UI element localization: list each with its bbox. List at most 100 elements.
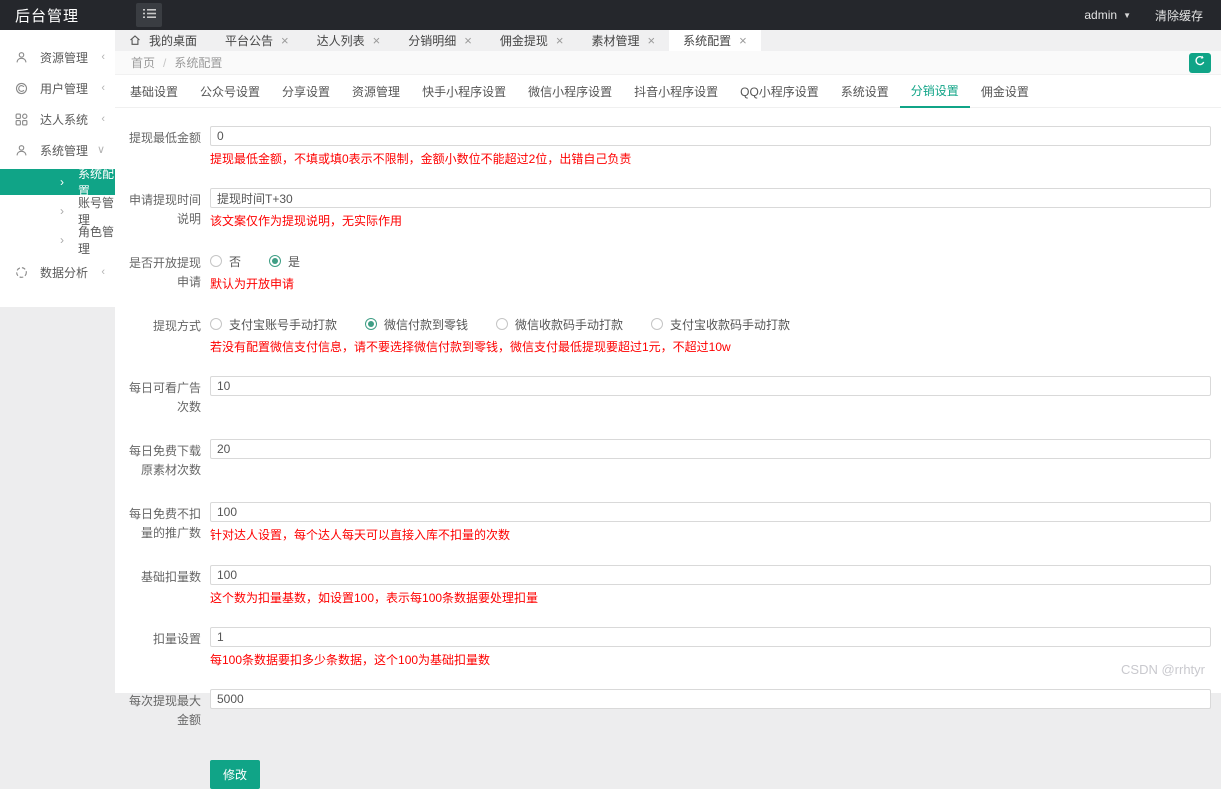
- submit-button[interactable]: 修改: [210, 760, 261, 789]
- daily-ad-views-input[interactable]: [210, 376, 1211, 397]
- submit-row-spacer: [123, 752, 201, 789]
- field-label-withdraw-time-note: 申请提现时间说明: [128, 193, 201, 227]
- settings-tab-douyin-mini[interactable]: 抖音小程序设置: [623, 75, 729, 107]
- radio-checked-icon[interactable]: [269, 255, 282, 268]
- field-control-daily-ad-views: [210, 376, 1211, 417]
- withdraw-method-radio-group: 支付宝账号手动打款 微信付款到零钱 微信收款码手动打款 支付宝收款码手动打款: [210, 314, 1211, 334]
- settings-form: 提现最低金额提现最低金额，不填或填0表示不限制，金额小数位不能超过2位，出错自己…: [115, 108, 1221, 789]
- window-tab-label: 素材管理: [591, 33, 640, 48]
- window-tab-label: 系统配置: [683, 33, 732, 48]
- withdraw-time-note-input[interactable]: [210, 188, 1211, 209]
- sidebar-item-talent[interactable]: 达人系统 ‹: [0, 107, 115, 131]
- radio-icon[interactable]: [210, 255, 222, 268]
- settings-tab-commission[interactable]: 佣金设置: [970, 75, 1040, 107]
- settings-tab-system[interactable]: 系统设置: [830, 75, 900, 107]
- field-hint-daily-free-promotions: 针对达人设置，每个达人每天可以直接入库不扣量的次数: [210, 528, 511, 543]
- sidebar-item-label: 用户管理: [40, 81, 89, 96]
- window-tab-my-desktop[interactable]: 我的桌面: [115, 30, 211, 51]
- window-tab-distribution-detail[interactable]: 分销明细 ×: [394, 30, 486, 51]
- chevron-right-icon: ›: [60, 175, 64, 189]
- submit-row-control: 修改: [210, 752, 1211, 789]
- field-label-deduction-setting: 扣量设置: [152, 632, 201, 647]
- field-control-daily-free-downloads: [210, 439, 1211, 480]
- withdraw-method-option[interactable]: 微信付款到零钱: [365, 316, 468, 333]
- window-tab-label: 平台公告: [225, 33, 274, 48]
- field-label-base-deduction-count: 基础扣量数: [140, 570, 201, 585]
- breadcrumb-home[interactable]: 首页: [131, 54, 155, 71]
- settings-tab-resources[interactable]: 资源管理: [341, 75, 411, 107]
- form-row-max-withdraw-amount: 每次提现最大金额: [123, 689, 1211, 730]
- withdraw-open-radio-group: 否是: [210, 251, 1211, 271]
- sidebar-subitem-accounts[interactable]: › 账号管理: [0, 196, 115, 227]
- withdraw-open-option[interactable]: 是: [269, 253, 300, 270]
- content-panel: 基础设置 公众号设置 分享设置 资源管理 快手小程序设置 微信小程序设置 抖音小程序设置 QQ…: [115, 75, 1221, 789]
- daily-free-downloads-input[interactable]: [210, 439, 1211, 460]
- window-tab-talent-list[interactable]: 达人列表 ×: [303, 30, 395, 51]
- window-tab-system-config[interactable]: 系统配置 ×: [669, 30, 761, 51]
- menu-toggle-button[interactable]: [136, 3, 162, 27]
- sidebar-item-label: 系统管理: [40, 143, 89, 158]
- close-tab-icon[interactable]: ×: [739, 34, 747, 47]
- field-control-withdraw-open: 否是默认为开放申请: [210, 251, 1211, 292]
- sidebar-item-analytics[interactable]: 数据分析 ‹: [0, 260, 115, 284]
- min-withdraw-amount-input[interactable]: [210, 126, 1211, 147]
- chevron-left-icon: ‹: [101, 112, 105, 125]
- field-label-daily-free-promotions: 每日免费不扣量的推广数: [128, 507, 201, 541]
- chevron-left-icon: ‹: [101, 50, 105, 63]
- user-icon: [15, 143, 29, 157]
- sidebar-item-system[interactable]: 系统管理 ∨: [0, 138, 115, 162]
- radio-option-label: 否: [229, 254, 242, 269]
- withdraw-method-option[interactable]: 支付宝收款码手动打款: [651, 316, 790, 333]
- sidebar-item-resources[interactable]: 资源管理 ‹: [0, 45, 115, 69]
- settings-tab-kuaishou-mini[interactable]: 快手小程序设置: [411, 75, 517, 107]
- field-control-base-deduction-count: 这个数为扣量基数，如设置100，表示每100条数据要处理扣量: [210, 565, 1211, 605]
- close-tab-icon[interactable]: ×: [556, 34, 564, 47]
- close-tab-icon[interactable]: ×: [373, 34, 381, 47]
- sidebar-item-users[interactable]: 用户管理 ‹: [0, 76, 115, 100]
- base-deduction-count-input[interactable]: [210, 565, 1211, 586]
- window-tab-label: 佣金提现: [499, 33, 548, 48]
- settings-tab-official-account[interactable]: 公众号设置: [189, 75, 271, 107]
- settings-tab-wechat-mini[interactable]: 微信小程序设置: [517, 75, 623, 107]
- radio-option-label: 支付宝收款码手动打款: [670, 317, 791, 332]
- settings-tab-basic[interactable]: 基础设置: [119, 75, 189, 107]
- refresh-icon: [1194, 55, 1206, 70]
- topbar: 后台管理 admin ▼ 清除缓存: [0, 0, 1221, 30]
- field-label-min-withdraw-amount: 提现最低金额: [128, 131, 201, 146]
- window-tab-material-management[interactable]: 素材管理 ×: [577, 30, 669, 51]
- sidebar-subitem-roles[interactable]: › 角色管理: [0, 225, 115, 256]
- daily-free-promotions-input[interactable]: [210, 502, 1211, 523]
- user-menu[interactable]: admin ▼: [1084, 8, 1131, 22]
- form-row-withdraw-time-note: 申请提现时间说明该文案仅作为提现说明，无实际作用: [123, 188, 1211, 229]
- refresh-button[interactable]: [1189, 52, 1211, 73]
- radio-icon[interactable]: [210, 318, 222, 331]
- withdraw-open-option[interactable]: 否: [210, 253, 241, 270]
- settings-tab-distribution[interactable]: 分销设置: [899, 75, 970, 109]
- radio-checked-icon[interactable]: [365, 318, 378, 331]
- window-tab-label: 我的桌面: [149, 33, 198, 48]
- user-circle-icon: [15, 81, 29, 95]
- window-tab-platform-announcement[interactable]: 平台公告 ×: [211, 30, 303, 51]
- sidebar-subitem-system-config[interactable]: › 系统配置: [0, 167, 115, 198]
- close-tab-icon[interactable]: ×: [464, 34, 472, 47]
- field-label-withdraw-open: 是否开放提现申请: [128, 256, 201, 290]
- settings-tab-qq-mini[interactable]: QQ小程序设置: [729, 75, 830, 107]
- withdraw-method-option[interactable]: 微信收款码手动打款: [496, 316, 623, 333]
- chevron-left-icon: ‹: [101, 81, 105, 94]
- close-tab-icon[interactable]: ×: [647, 34, 655, 47]
- max-withdraw-amount-input[interactable]: [210, 689, 1211, 710]
- hamburger-icon: [142, 8, 156, 22]
- window-tab-commission-withdraw[interactable]: 佣金提现 ×: [486, 30, 578, 51]
- window-tab-label: 分销明细: [408, 33, 457, 48]
- chevron-right-icon: ›: [60, 204, 64, 218]
- close-tab-icon[interactable]: ×: [281, 34, 289, 47]
- radio-icon[interactable]: [651, 318, 664, 331]
- form-row-withdraw-method: 提现方式 支付宝账号手动打款 微信付款到零钱 微信收款码手动打款 支付宝收款码手动打款若…: [123, 314, 1211, 355]
- deduction-setting-input[interactable]: [210, 627, 1211, 648]
- field-label-withdraw-method: 提现方式: [152, 319, 201, 334]
- withdraw-method-option[interactable]: 支付宝账号手动打款: [210, 316, 337, 333]
- clear-cache-button[interactable]: 清除缓存: [1155, 7, 1203, 24]
- user-icon: [15, 50, 29, 64]
- radio-icon[interactable]: [496, 318, 509, 331]
- settings-tab-share[interactable]: 分享设置: [271, 75, 341, 107]
